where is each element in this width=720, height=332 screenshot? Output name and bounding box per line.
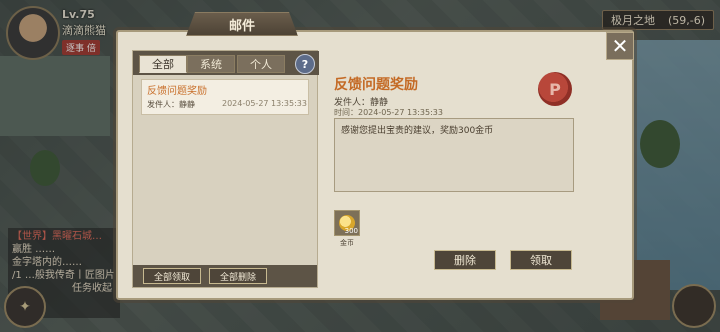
mail-item-date: 2024-05-27 13:35:33 xyxy=(222,99,307,108)
mail-list-footer: 全部领取 全部删除 xyxy=(133,265,317,287)
attachment-label: 金币 xyxy=(340,239,354,247)
close-icon[interactable]: ✕ xyxy=(606,32,634,60)
mail-body-text: 感谢您提出宝贵的建议，奖励300金币 xyxy=(341,126,494,136)
mail-body: 感谢您提出宝贵的建议，奖励300金币 xyxy=(334,118,574,192)
claim-all-button[interactable]: 全部领取 xyxy=(143,268,201,284)
mail-detail-time: 时间：2024-05-27 13:35:33 xyxy=(334,108,443,117)
tab-personal[interactable]: 个人 xyxy=(237,55,285,73)
mail-dialog: 全部 系统 个人 ? 反馈问题奖励 发件人：静静 2024-05-27 13:3… xyxy=(116,30,634,300)
wax-seal-icon: P xyxy=(538,72,572,106)
mail-detail-title: 反馈问题奖励 xyxy=(334,77,418,93)
attachment-slot[interactable]: 300 xyxy=(334,210,360,236)
mail-item-sender: 发件人：静静 xyxy=(147,100,195,109)
delete-button[interactable]: 删除 xyxy=(434,250,496,270)
mail-item-title: 反馈问题奖励 xyxy=(147,86,207,97)
tab-system[interactable]: 系统 xyxy=(187,55,235,73)
help-icon[interactable]: ? xyxy=(295,54,315,74)
delete-all-button[interactable]: 全部删除 xyxy=(209,268,267,284)
attachment-quantity: 300 xyxy=(344,227,358,235)
mail-tabs: 全部 系统 个人 ? xyxy=(133,51,319,75)
mail-list-item[interactable]: 反馈问题奖励 发件人：静静 2024-05-27 13:35:33 xyxy=(141,79,309,115)
tab-all[interactable]: 全部 xyxy=(139,55,187,73)
claim-button[interactable]: 领取 xyxy=(510,250,572,270)
mail-list-panel: 全部 系统 个人 ? 反馈问题奖励 发件人：静静 2024-05-27 13:3… xyxy=(132,50,319,288)
dialog-title: 邮件 xyxy=(186,12,298,36)
